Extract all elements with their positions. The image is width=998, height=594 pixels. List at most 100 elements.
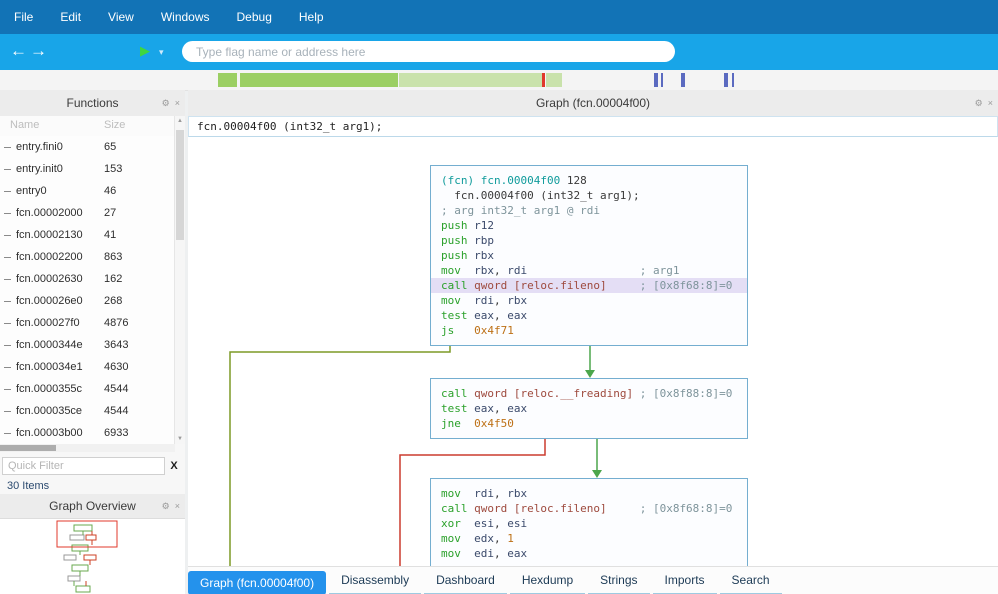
function-size: 3643 [104, 339, 128, 351]
function-size: 4876 [104, 317, 128, 329]
back-button[interactable]: ← [10, 42, 27, 60]
memory-map-segment[interactable] [732, 73, 734, 87]
memory-map-segment[interactable] [681, 73, 685, 87]
address-search-input[interactable] [182, 41, 675, 62]
tab-imports[interactable]: Imports [653, 569, 717, 594]
function-row[interactable]: entry.fini065 [0, 136, 175, 158]
menu-help[interactable]: Help [299, 10, 324, 24]
menu-debug[interactable]: Debug [237, 10, 272, 24]
memory-map-segment[interactable] [546, 73, 562, 87]
tab-disassembly[interactable]: Disassembly [329, 569, 421, 594]
forward-button[interactable]: → [30, 42, 47, 60]
tree-tick-icon [4, 345, 11, 346]
items-count: 30 Items [7, 480, 49, 492]
quick-filter-input[interactable] [2, 457, 165, 475]
function-size: 41 [104, 229, 116, 241]
functions-list: entry.fini065entry.init0153entry046fcn.0… [0, 136, 175, 444]
function-row[interactable]: fcn.000027f04876 [0, 312, 175, 334]
gear-icon[interactable]: ⚙ [162, 98, 170, 109]
asm-line[interactable]: push r12 [441, 218, 737, 233]
asm-line[interactable]: mov edx, 1 [441, 531, 737, 546]
asm-line[interactable]: js 0x4f71 [441, 323, 737, 338]
asm-line[interactable]: ; arg int32_t arg1 @ rdi [441, 203, 737, 218]
function-size: 65 [104, 141, 116, 153]
run-dropdown[interactable]: ▾ [159, 47, 164, 58]
asm-line[interactable]: mov rdi, rbx [441, 486, 737, 501]
functions-vscrollbar[interactable]: ▲ ▼ [174, 116, 185, 444]
asm-line[interactable]: call qword [reloc.__freading] ; [0x8f88:… [441, 386, 737, 401]
tree-tick-icon [4, 235, 11, 236]
function-row[interactable]: fcn.0000355c4544 [0, 378, 175, 400]
gear-icon[interactable]: ⚙ [162, 501, 170, 512]
menu-edit[interactable]: Edit [60, 10, 81, 24]
close-icon[interactable]: × [175, 98, 180, 108]
menu-file[interactable]: File [14, 10, 33, 24]
function-row[interactable]: fcn.00003b006933 [0, 422, 175, 444]
asm-line[interactable]: xor esi, esi [441, 516, 737, 531]
function-row[interactable]: entry.init0153 [0, 158, 175, 180]
function-size: 4544 [104, 383, 128, 395]
scroll-thumb[interactable] [176, 130, 184, 240]
close-icon[interactable]: × [175, 501, 180, 511]
graph-canvas[interactable]: (fcn) fcn.00004f00 128 fcn.00004f00 (int… [188, 137, 998, 566]
memory-map-segment[interactable] [654, 73, 658, 87]
asm-line[interactable]: test eax, eax [441, 308, 737, 323]
graph-block[interactable]: call qword [reloc.__freading] ; [0x8f88:… [430, 378, 748, 439]
gear-icon[interactable]: ⚙ [975, 98, 983, 109]
function-row[interactable]: fcn.0000213041 [0, 224, 175, 246]
scroll-down-icon[interactable]: ▼ [175, 436, 185, 442]
tab-hexdump[interactable]: Hexdump [510, 569, 585, 594]
tab-strings[interactable]: Strings [588, 569, 649, 594]
function-row[interactable]: fcn.00002200863 [0, 246, 175, 268]
function-row[interactable]: fcn.0000200027 [0, 202, 175, 224]
asm-line[interactable]: call qword [reloc.fileno] ; [0x8f68:8]=0 [431, 278, 747, 293]
graph-block[interactable]: mov rdi, rbxcall qword [reloc.fileno] ; … [430, 478, 748, 566]
asm-line[interactable]: mov edi, eax [441, 546, 737, 561]
memory-map-segment[interactable] [542, 73, 545, 87]
asm-line[interactable]: mov rbx, rdi ; arg1 [441, 263, 737, 278]
function-row[interactable]: fcn.000026e0268 [0, 290, 175, 312]
asm-line[interactable]: push rbx [441, 248, 737, 263]
menu-windows[interactable]: Windows [161, 10, 210, 24]
asm-line[interactable]: call qword [reloc.fileno] ; [0x8f68:8]=0 [441, 501, 737, 516]
quick-filter-row: X [2, 456, 183, 476]
close-icon[interactable]: × [988, 98, 993, 108]
menu-view[interactable]: View [108, 10, 134, 24]
asm-line[interactable]: test eax, eax [441, 401, 737, 416]
graph-panel-title: Graph (fcn.00004f00) [536, 96, 650, 110]
memory-map[interactable] [0, 70, 998, 91]
column-size[interactable]: Size [104, 119, 125, 131]
asm-line[interactable]: jne 0x4f50 [441, 416, 737, 431]
tab-graph-fcn-00004f00[interactable]: Graph (fcn.00004f00) [188, 571, 326, 594]
left-panel: Functions ⚙ × Name Size entry.fini065ent… [0, 90, 185, 594]
function-row[interactable]: fcn.00002630162 [0, 268, 175, 290]
graph-overview-canvas[interactable] [0, 518, 185, 594]
main-panel: Graph (fcn.00004f00) ⚙ × fcn.00004f00 (i… [188, 90, 998, 594]
memory-map-segment[interactable] [724, 73, 728, 87]
function-row[interactable]: fcn.0000344e3643 [0, 334, 175, 356]
scroll-up-icon[interactable]: ▲ [175, 118, 185, 124]
memory-map-segment[interactable] [240, 73, 398, 87]
function-row[interactable]: entry046 [0, 180, 175, 202]
function-row[interactable]: fcn.000034e14630 [0, 356, 175, 378]
tab-dashboard[interactable]: Dashboard [424, 569, 507, 594]
asm-line[interactable]: fcn.00004f00 (int32_t arg1); [441, 188, 737, 203]
graph-overview-thumbnail[interactable] [0, 519, 185, 594]
tab-search[interactable]: Search [720, 569, 782, 594]
memory-map-segment[interactable] [399, 73, 542, 87]
graph-block[interactable]: (fcn) fcn.00004f00 128 fcn.00004f00 (int… [430, 165, 748, 346]
tree-tick-icon [4, 301, 11, 302]
function-size: 162 [104, 273, 122, 285]
run-button[interactable]: ▶ [140, 44, 150, 58]
column-name[interactable]: Name [10, 119, 39, 131]
function-row[interactable]: fcn.000035ce4544 [0, 400, 175, 422]
asm-line[interactable]: (fcn) fcn.00004f00 128 [441, 173, 737, 188]
asm-line[interactable]: mov rdi, rbx [441, 293, 737, 308]
asm-line[interactable]: push rbp [441, 233, 737, 248]
memory-map-segment[interactable] [661, 73, 663, 87]
functions-column-header[interactable]: Name Size [0, 116, 175, 137]
filter-close-button[interactable]: X [165, 460, 183, 472]
hscroll-thumb[interactable] [0, 445, 56, 451]
functions-hscrollbar[interactable] [0, 444, 175, 452]
memory-map-segment[interactable] [218, 73, 237, 87]
